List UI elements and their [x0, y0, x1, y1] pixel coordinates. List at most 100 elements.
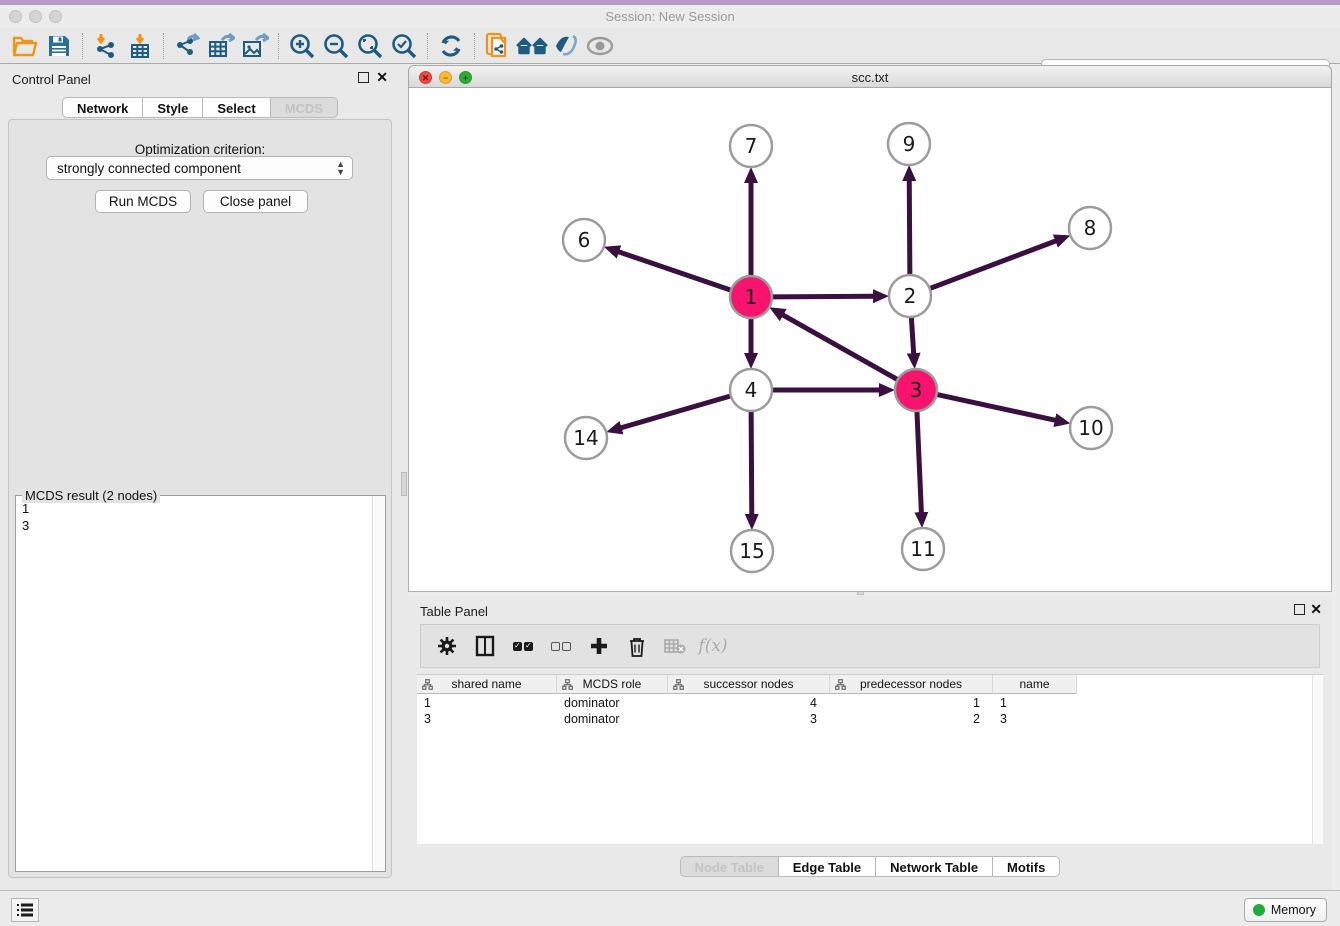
graph-node-label: 8: [1084, 216, 1097, 240]
import-network-button[interactable]: [89, 31, 123, 61]
import-table-button[interactable]: [123, 31, 157, 61]
toolbar-separator: [163, 33, 164, 59]
export-network-button[interactable]: [170, 31, 204, 61]
memory-button[interactable]: Memory: [1244, 898, 1327, 922]
toolbar-separator: [278, 33, 279, 59]
trash-icon: [628, 636, 646, 657]
apply-layout-button[interactable]: [434, 31, 468, 61]
column-header-successor-nodes[interactable]: successor nodes: [668, 675, 830, 694]
table-cell[interactable]: dominator: [557, 711, 668, 727]
show-hide-graphics-button[interactable]: [583, 31, 617, 61]
unchecked-box-icon: [551, 642, 560, 651]
float-panel-icon[interactable]: [358, 72, 369, 83]
delete-table-button[interactable]: [663, 634, 687, 658]
save-floppy-icon: [48, 35, 70, 57]
control-panel-header: Control Panel ✕: [0, 64, 400, 94]
main-toolbar: [0, 28, 1340, 64]
table-cell[interactable]: 3: [417, 711, 557, 727]
close-panel-icon[interactable]: ✕: [376, 69, 388, 86]
zoom-out-button[interactable]: [319, 31, 353, 61]
show-columns-button[interactable]: [473, 634, 497, 658]
app-title: Session: New Session: [0, 9, 1340, 24]
table-panel-tabs: Node TableEdge TableNetwork TableMotifs: [408, 856, 1332, 877]
table-cell[interactable]: 3: [993, 711, 1077, 727]
splitter-grip[interactable]: [401, 472, 407, 496]
tab-network-table[interactable]: Network Table: [876, 856, 993, 877]
tab-select[interactable]: Select: [203, 97, 270, 118]
panel-list-button[interactable]: [11, 898, 39, 922]
vertical-splitter[interactable]: [400, 64, 408, 890]
graph-edge-2-3[interactable]: [911, 317, 913, 355]
tab-motifs[interactable]: Motifs: [993, 856, 1060, 877]
graph-edge-4-15[interactable]: [751, 411, 752, 516]
column-header-shared-name[interactable]: shared name: [417, 675, 557, 694]
unselect-all-button[interactable]: [549, 634, 573, 658]
table-cell[interactable]: 1: [830, 695, 993, 711]
graph-node-label: 11: [910, 537, 935, 561]
table-cell[interactable]: 4: [668, 695, 830, 711]
app-titlebar: Session: New Session: [0, 5, 1340, 28]
mcds-result-line: 1: [22, 500, 365, 517]
table-cell[interactable]: 1: [993, 695, 1077, 711]
tab-edge-table[interactable]: Edge Table: [779, 856, 876, 877]
zoom-fit-button[interactable]: [353, 31, 387, 61]
table-row[interactable]: 1dominator411: [417, 695, 1323, 711]
table-cell[interactable]: dominator: [557, 695, 668, 711]
column-header-MCDS-role[interactable]: MCDS role: [557, 675, 668, 694]
result-scrollbar[interactable]: [372, 496, 385, 871]
delete-column-button[interactable]: [625, 634, 649, 658]
column-header-predecessor-nodes[interactable]: predecessor nodes: [830, 675, 993, 694]
graph-edge-3-1[interactable]: [781, 314, 897, 380]
mcds-result-values[interactable]: 13: [16, 498, 371, 871]
function-builder-button[interactable]: f(x): [701, 634, 725, 658]
tab-network[interactable]: Network: [62, 97, 143, 118]
status-bar: Memory: [0, 890, 1340, 926]
show-style-button[interactable]: [549, 31, 583, 61]
graph-edge-3-10[interactable]: [937, 394, 1057, 420]
graph-edge-2-8[interactable]: [930, 240, 1058, 288]
open-session-button[interactable]: [8, 31, 42, 61]
graph-node-label: 14: [573, 426, 598, 450]
application-window: Session: New Session: [0, 0, 1340, 926]
first-neighbors-button[interactable]: [515, 31, 549, 61]
export-table-button[interactable]: [204, 31, 238, 61]
tab-mcds[interactable]: MCDS: [271, 97, 338, 118]
clone-network-button[interactable]: [481, 31, 515, 61]
optimization-criterion-label: Optimization criterion:: [9, 142, 391, 157]
criterion-dropdown[interactable]: strongly connected component ▲▼: [46, 156, 353, 180]
close-panel-icon[interactable]: ✕: [1310, 601, 1322, 618]
close-panel-button[interactable]: Close panel: [203, 190, 308, 213]
table-cell[interactable]: 2: [830, 711, 993, 727]
tab-node-table[interactable]: Node Table: [680, 856, 779, 877]
plus-icon: [589, 636, 609, 656]
table-cell[interactable]: 1: [417, 695, 557, 711]
zoom-in-button[interactable]: [285, 31, 319, 61]
graph-edge-4-14[interactable]: [620, 396, 731, 428]
run-mcds-button[interactable]: Run MCDS: [95, 190, 191, 213]
float-panel-icon[interactable]: [1294, 604, 1305, 615]
table-scrollbar[interactable]: [1312, 675, 1323, 844]
network-window-titlebar[interactable]: ✕ − + scc.txt: [408, 65, 1332, 88]
tab-style[interactable]: Style: [143, 97, 203, 118]
network-graph[interactable]: 7968124314101511: [409, 88, 1331, 590]
export-image-button[interactable]: [238, 31, 272, 61]
mcds-result-box: MCDS result (2 nodes) 13: [15, 495, 386, 872]
settings-gear-button[interactable]: [435, 634, 459, 658]
table-row[interactable]: 3dominator323: [417, 711, 1323, 727]
network-canvas[interactable]: 7968124314101511: [408, 88, 1332, 592]
column-header-name[interactable]: name: [993, 675, 1077, 694]
export-network-icon: [174, 33, 200, 59]
graph-edge-1-2[interactable]: [772, 296, 875, 297]
graph-edge-3-11[interactable]: [917, 411, 922, 514]
zoom-selected-button[interactable]: [387, 31, 421, 61]
save-session-button[interactable]: [42, 31, 76, 61]
table-cell[interactable]: 3: [668, 711, 830, 727]
graph-edge-2-9[interactable]: [909, 179, 910, 275]
select-all-button[interactable]: [511, 634, 535, 658]
graph-edge-1-6[interactable]: [617, 251, 731, 290]
checked-box-icon: [524, 642, 533, 651]
zoom-fit-icon: [357, 33, 383, 59]
memory-status-dot: [1253, 904, 1265, 916]
criterion-dropdown-value: strongly connected component: [57, 161, 241, 176]
add-column-button[interactable]: [587, 634, 611, 658]
